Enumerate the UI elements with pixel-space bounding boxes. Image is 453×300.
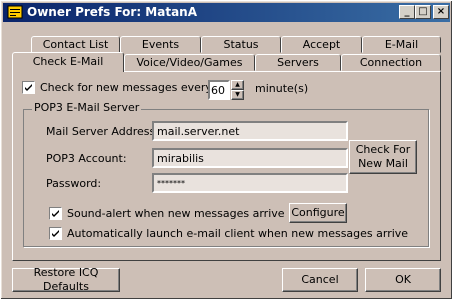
tab-label: Contact List <box>42 38 109 51</box>
tab-label: Servers <box>277 56 319 69</box>
minimize-button[interactable]: _ <box>399 5 415 19</box>
tab-voice-video-games[interactable]: Voice/Video/Games <box>124 54 255 71</box>
tab-label: Status <box>223 38 259 51</box>
window-title: Owner Prefs For: MatanA <box>27 5 198 19</box>
tab-label: Accept <box>302 38 341 51</box>
tab-status[interactable]: Status <box>201 36 281 53</box>
interval-down-button[interactable]: ▼ <box>231 90 244 100</box>
mail-server-input[interactable]: mail.server.net <box>152 121 348 141</box>
tab-check-email[interactable]: Check E-Mail <box>12 52 124 72</box>
pop3-account-input[interactable]: mirabilis <box>152 148 348 168</box>
sound-alert-label: Sound-alert when new messages arrive <box>67 207 285 220</box>
interval-unit-label: minute(s) <box>255 82 309 95</box>
sound-alert-checkbox[interactable] <box>49 207 62 220</box>
ok-button[interactable]: OK <box>365 268 441 292</box>
restore-defaults-button[interactable]: Restore ICQ Defaults <box>12 266 120 293</box>
check-every-label: Check for new messages every <box>40 81 212 94</box>
tab-label: Check E-Mail <box>32 55 104 68</box>
checkmark-icon <box>52 230 59 237</box>
owner-prefs-window: Owner Prefs For: MatanA _ □ × Contact Li… <box>0 0 453 300</box>
pop3-group-label: POP3 E-Mail Server <box>32 101 142 114</box>
checkmark-icon <box>25 84 32 91</box>
arrow-down-icon: ▼ <box>235 91 240 98</box>
interval-input[interactable]: 60 <box>208 80 230 100</box>
tab-label: Connection <box>359 56 423 69</box>
checkmark-icon <box>52 210 59 217</box>
title-bar[interactable]: Owner Prefs For: MatanA _ □ × <box>3 3 450 22</box>
maximize-icon: □ <box>418 6 428 17</box>
tab-connection[interactable]: Connection <box>341 54 441 71</box>
tab-label: Events <box>141 38 180 51</box>
auto-launch-checkbox[interactable] <box>49 227 62 240</box>
pop3-account-label: POP3 Account: <box>46 152 127 165</box>
configure-button[interactable]: Configure <box>289 203 347 223</box>
maximize-button[interactable]: □ <box>415 5 431 19</box>
auto-launch-label: Automatically launch e-mail client when … <box>67 227 409 240</box>
app-icon <box>7 5 23 19</box>
close-icon: × <box>436 6 446 17</box>
tab-contact-list[interactable]: Contact List <box>31 36 120 53</box>
tab-servers[interactable]: Servers <box>255 54 341 71</box>
tab-label: Voice/Video/Games <box>136 56 243 69</box>
close-button[interactable]: × <box>433 5 449 19</box>
mail-server-label: Mail Server Address: <box>46 125 159 138</box>
check-every-checkbox[interactable] <box>22 81 35 94</box>
tab-label: E-Mail <box>384 38 419 51</box>
password-input[interactable]: ******* <box>152 173 348 193</box>
tab-accept[interactable]: Accept <box>281 36 362 53</box>
minimize-icon: _ <box>404 6 410 17</box>
cancel-button[interactable]: Cancel <box>282 268 358 292</box>
password-label: Password: <box>46 177 102 190</box>
tab-email[interactable]: E-Mail <box>362 36 441 53</box>
check-for-new-mail-button[interactable]: Check For New Mail <box>349 140 417 174</box>
tab-events[interactable]: Events <box>120 36 201 53</box>
